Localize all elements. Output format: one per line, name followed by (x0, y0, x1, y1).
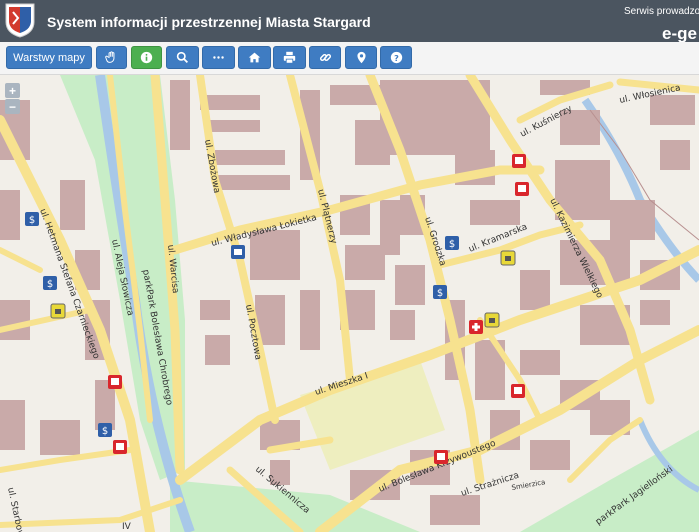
svg-text:$: $ (29, 215, 35, 226)
zoom-out-button[interactable]: − (5, 99, 20, 114)
location-button[interactable] (345, 46, 377, 69)
poi-shop-marker[interactable] (484, 312, 500, 328)
page-title: System informacji przestrzennej Miasta S… (47, 14, 371, 30)
street-label-iv: IV (122, 522, 132, 532)
info-button[interactable] (131, 46, 162, 69)
info-icon (140, 51, 153, 64)
poi-pharmacy-marker[interactable] (469, 320, 483, 334)
svg-text:?: ? (394, 53, 399, 63)
city-crest-logo (5, 3, 35, 38)
svg-text:$: $ (102, 426, 108, 437)
home-icon (248, 52, 261, 63)
map-canvas[interactable]: ul. Włosienica ul. Kuśnierzy ul. Zbożowa… (0, 75, 699, 532)
map-svg: ul. Włosienica ul. Kuśnierzy ul. Zbożowa… (0, 75, 699, 532)
poi-bus-marker[interactable] (511, 384, 525, 398)
svg-text:$: $ (437, 288, 443, 299)
poi-bus-marker[interactable] (512, 154, 526, 168)
zoom-in-button[interactable]: + (5, 83, 20, 98)
help-button[interactable]: ? (380, 46, 412, 69)
poi-bank-marker[interactable]: $ (43, 276, 57, 290)
poi-bank-marker[interactable]: $ (433, 285, 447, 299)
svg-text:$: $ (449, 239, 455, 250)
hand-icon (105, 51, 115, 63)
map-layers-button[interactable]: Warstwy mapy (6, 46, 92, 69)
location-pin-icon (356, 51, 366, 64)
brand-logo-text: e-ge (662, 24, 697, 43)
poi-bus-marker[interactable] (108, 375, 122, 389)
poi-shop-marker[interactable] (500, 250, 516, 266)
search-button[interactable] (166, 46, 199, 69)
service-provider-text: Serwis prowadzon (624, 6, 699, 17)
poi-bus-marker[interactable] (515, 182, 529, 196)
app-header: System informacji przestrzennej Miasta S… (0, 0, 699, 43)
link-button[interactable] (309, 46, 341, 69)
toolbar: Warstwy mapy ? (0, 42, 699, 75)
help-icon: ? (390, 51, 402, 64)
more-icon (213, 56, 224, 59)
link-icon (319, 53, 331, 62)
search-icon (176, 51, 189, 64)
print-button[interactable] (273, 46, 306, 69)
poi-bank-marker[interactable]: $ (445, 236, 459, 250)
print-icon (283, 51, 296, 64)
home-button[interactable] (238, 46, 271, 69)
pan-button[interactable] (96, 46, 127, 69)
poi-post-office-marker[interactable] (231, 245, 245, 259)
more-tools-button[interactable] (202, 46, 235, 69)
svg-text:$: $ (47, 279, 53, 290)
poi-shop-marker[interactable] (50, 303, 66, 319)
poi-bank-marker[interactable]: $ (25, 212, 39, 226)
poi-bus-marker[interactable] (113, 440, 127, 454)
poi-bus-marker[interactable] (434, 450, 448, 464)
map-layers-button-label: Warstwy mapy (13, 51, 85, 64)
poi-bank-marker[interactable]: $ (98, 423, 112, 437)
